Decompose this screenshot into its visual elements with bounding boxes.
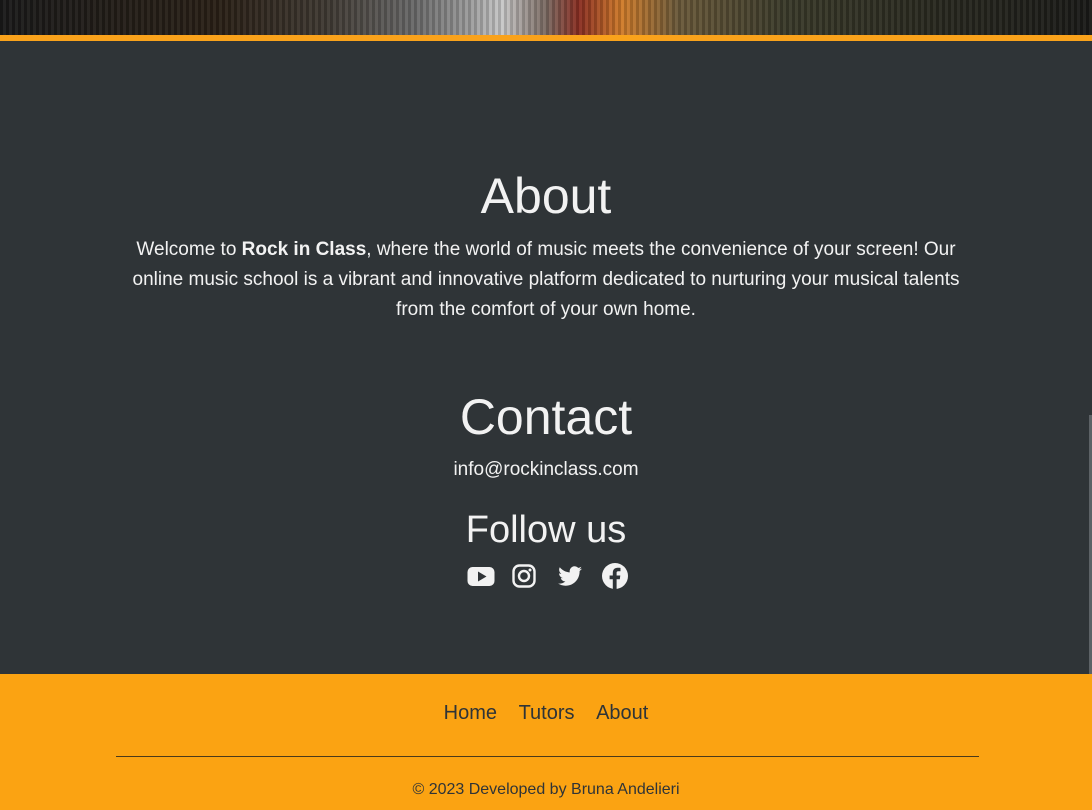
follow-title: Follow us — [465, 509, 627, 551]
page: About Welcome to Rock in Class, where th… — [0, 0, 1092, 810]
footer-link-about[interactable]: About — [596, 702, 648, 724]
contact-email-link[interactable]: info@rockinclass.com — [0, 456, 1092, 484]
hero-image-strip — [0, 0, 1092, 35]
twitter-link[interactable] — [555, 561, 585, 591]
instagram-link[interactable] — [509, 561, 539, 591]
accent-divider — [0, 35, 1092, 41]
about-title: About — [480, 168, 612, 224]
footer-divider — [116, 756, 979, 757]
footer-link-home[interactable]: Home — [444, 702, 497, 724]
twitter-icon — [558, 566, 582, 586]
about-text-intro: Welcome to — [136, 239, 242, 260]
footer: Home Tutors About © 2023 Developed by Br… — [0, 674, 1092, 810]
footer-copyright: © 2023 Developed by Bruna Andelieri — [412, 781, 680, 798]
facebook-icon — [602, 563, 628, 589]
social-links — [0, 561, 1092, 591]
instagram-icon — [512, 564, 536, 588]
brand-name: Rock in Class — [241, 239, 367, 260]
contact-title: Contact — [459, 389, 633, 445]
youtube-icon — [467, 567, 495, 586]
footer-nav: Home Tutors About — [0, 699, 1092, 727]
about-text: Welcome to Rock in Class, where the worl… — [115, 235, 977, 325]
facebook-link[interactable] — [600, 561, 630, 591]
youtube-link[interactable] — [466, 561, 496, 591]
footer-link-tutors[interactable]: Tutors — [519, 702, 575, 724]
